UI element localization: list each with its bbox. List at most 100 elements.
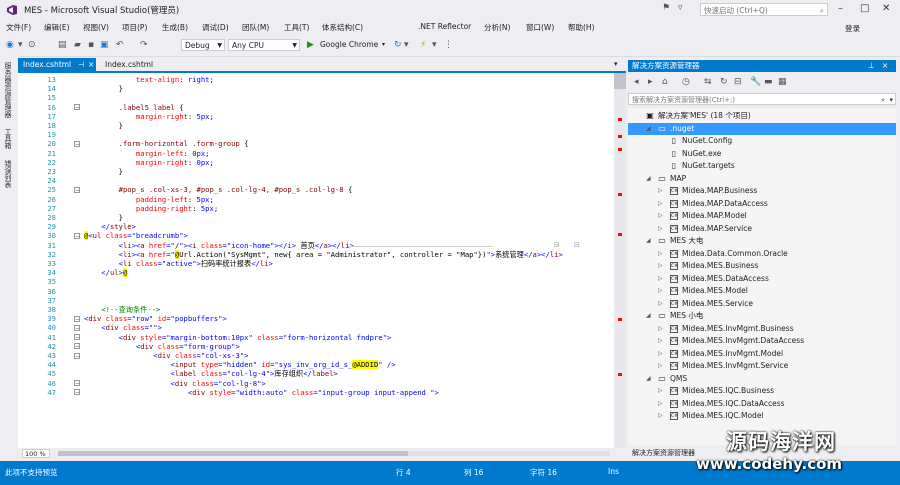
tree-item[interactable]: ▯ NuGet.targets bbox=[628, 160, 896, 172]
collapsed-arrow-icon[interactable]: ▷ bbox=[658, 260, 663, 272]
fold-toggle-icon[interactable]: − bbox=[74, 186, 80, 193]
tab-index-cshtml-active[interactable]: Index.cshtml ⊣ × bbox=[18, 58, 96, 71]
error-list-tab[interactable]: 错误列表 bbox=[4, 160, 13, 188]
close-icon[interactable]: × bbox=[882, 60, 888, 72]
forward-icon[interactable]: ⊙ bbox=[28, 40, 36, 50]
server-explorer-tab[interactable]: 服务器资源管理器 bbox=[4, 62, 13, 118]
collapsed-arrow-icon[interactable]: ▷ bbox=[658, 298, 663, 310]
menu-file[interactable]: 文件(F) bbox=[6, 22, 31, 33]
code-editor[interactable]: 13 14 15 16 17 18 19 20 21 22 23 24 25 26 27 28 29 30 31 32… bbox=[18, 71, 626, 450]
dropdown-arrow-icon[interactable]: ▾ bbox=[18, 40, 23, 50]
toolbox-tab[interactable]: 工具箱 bbox=[4, 128, 13, 149]
solution-config-select[interactable]: Debug ▼ bbox=[181, 39, 225, 51]
tree-item[interactable]: ▷ C# Midea.MAP.Model bbox=[628, 210, 896, 222]
expanded-arrow-icon[interactable]: ◢ bbox=[646, 173, 651, 185]
tree-item[interactable]: ▷ C# Midea.MES.IQC.Model bbox=[628, 410, 896, 422]
undo-icon[interactable]: ↶ bbox=[116, 40, 124, 50]
fold-toggle-icon[interactable]: − bbox=[74, 389, 80, 396]
tab-dropdown-icon[interactable]: ▾ bbox=[614, 60, 618, 68]
maximize-button[interactable]: □ bbox=[860, 3, 869, 14]
fold-toggle-icon[interactable]: − bbox=[74, 324, 80, 331]
tree-item[interactable]: ▷ C# Midea.MES.InvMgmt.Model bbox=[628, 348, 896, 360]
tree-item[interactable]: ▷ C# Midea.MAP.Business bbox=[628, 185, 896, 197]
menu-analyze[interactable]: 分析(N) bbox=[484, 22, 510, 33]
vertical-scrollbar[interactable] bbox=[614, 73, 626, 450]
tree-item[interactable]: ◢ ▭ MAP bbox=[628, 173, 896, 185]
expanded-arrow-icon[interactable]: ◢ bbox=[646, 123, 651, 135]
toolbar-overflow-icon[interactable]: ⋮ bbox=[444, 40, 453, 50]
fold-toggle-icon[interactable]: − bbox=[74, 140, 80, 147]
scroll-thumb[interactable] bbox=[58, 451, 408, 456]
tree-item[interactable]: ▣ 解决方案'MES' (18 个项目) bbox=[628, 110, 896, 122]
save-icon[interactable]: ▪ bbox=[88, 40, 94, 50]
platform-select[interactable]: Any CPU ▼ bbox=[228, 39, 300, 51]
forward-icon[interactable]: ▸ bbox=[648, 77, 653, 87]
fold-toggle-icon[interactable]: − bbox=[74, 232, 80, 239]
open-file-icon[interactable]: ▰ bbox=[74, 40, 81, 50]
collapse-all-icon[interactable]: ⊟ bbox=[734, 77, 742, 87]
menu-debug[interactable]: 调试(D) bbox=[202, 22, 229, 33]
minimize-button[interactable]: – bbox=[838, 3, 843, 14]
tree-item[interactable]: ▯ NuGet.Config bbox=[628, 135, 896, 147]
tree-item[interactable]: ▷ C# Midea.MAP.DataAccess bbox=[628, 198, 896, 210]
sync-icon[interactable]: ⇆ bbox=[704, 77, 712, 87]
collapsed-arrow-icon[interactable]: ▷ bbox=[658, 335, 663, 347]
expanded-arrow-icon[interactable]: ◢ bbox=[646, 373, 651, 385]
view-icon[interactable]: ▦ bbox=[778, 77, 787, 87]
menu-help[interactable]: 帮助(H) bbox=[568, 22, 595, 33]
dropdown-arrow-icon[interactable]: ▾ bbox=[432, 40, 437, 50]
dropdown-arrow-icon[interactable]: ▾ bbox=[404, 40, 409, 50]
tree-item[interactable]: ▷ C# Midea.MES.Model bbox=[628, 285, 896, 297]
collapsed-arrow-icon[interactable]: ▷ bbox=[658, 273, 663, 285]
login-link[interactable]: 登录 bbox=[845, 23, 860, 34]
tree-item[interactable]: ◢ ▭ QMS bbox=[628, 373, 896, 385]
collapsed-arrow-icon[interactable]: ▷ bbox=[658, 185, 663, 197]
tree-item[interactable]: ▷ C# Midea.MAP.Service bbox=[628, 223, 896, 235]
fold-toggle-icon[interactable]: − bbox=[74, 343, 80, 350]
tree-item[interactable]: ▷ C# Midea.MES.DataAccess bbox=[628, 273, 896, 285]
collapsed-arrow-icon[interactable]: ▷ bbox=[658, 210, 663, 222]
close-button[interactable]: ✕ bbox=[882, 3, 890, 14]
redo-icon[interactable]: ↷ bbox=[140, 40, 148, 50]
new-project-icon[interactable]: ▤ bbox=[58, 40, 67, 50]
scroll-thumb[interactable] bbox=[614, 73, 626, 89]
feedback-flag-icon[interactable]: ⚑ bbox=[662, 3, 670, 13]
dropdown-arrow-icon[interactable]: ▾ bbox=[889, 94, 893, 106]
tree-item[interactable]: ▷ C# Midea.MES.InvMgmt.Service bbox=[628, 360, 896, 372]
tree-item[interactable]: ▷ C# Midea.MES.Service bbox=[628, 298, 896, 310]
save-all-icon[interactable]: ▣ bbox=[100, 40, 109, 50]
collapsed-arrow-icon[interactable]: ▷ bbox=[658, 398, 663, 410]
collapsed-arrow-icon[interactable]: ▷ bbox=[658, 385, 663, 397]
collapsed-arrow-icon[interactable]: ▷ bbox=[658, 360, 663, 372]
tree-item[interactable]: ▷ C# Midea.Data.Common.Oracle bbox=[628, 248, 896, 260]
history-icon[interactable]: ◷ bbox=[682, 77, 690, 87]
menu-net-reflector[interactable]: .NET Reflector bbox=[418, 22, 471, 31]
menu-edit[interactable]: 编辑(E) bbox=[44, 22, 70, 33]
back-icon[interactable]: ◉ bbox=[6, 40, 14, 50]
menu-build[interactable]: 生成(B) bbox=[162, 22, 188, 33]
browser-link-icon[interactable]: ⚡ bbox=[420, 40, 426, 50]
tree-item[interactable]: ▷ C# Midea.MES.IQC.DataAccess bbox=[628, 398, 896, 410]
menu-window[interactable]: 窗口(W) bbox=[526, 22, 554, 33]
collapsed-arrow-icon[interactable]: ▷ bbox=[658, 248, 663, 260]
collapsed-arrow-icon[interactable]: ▷ bbox=[658, 285, 663, 297]
fold-toggle-icon[interactable]: − bbox=[74, 315, 80, 322]
collapsed-arrow-icon[interactable]: ▷ bbox=[658, 348, 663, 360]
solution-explorer-search[interactable]: 搜索解决方案资源管理器(Ctrl+;) ⌕ ▾ bbox=[628, 93, 896, 105]
tree-item[interactable]: ◢ ▭ MES 大电 bbox=[628, 235, 896, 247]
close-tab-icon[interactable]: × bbox=[88, 58, 94, 71]
expanded-arrow-icon[interactable]: ◢ bbox=[646, 235, 651, 247]
expanded-arrow-icon[interactable]: ◢ bbox=[646, 310, 651, 322]
properties-icon[interactable]: 🔧 bbox=[750, 77, 761, 87]
collapsed-arrow-icon[interactable]: ▷ bbox=[658, 223, 663, 235]
refresh-icon[interactable]: ↻ bbox=[394, 40, 402, 50]
tree-item[interactable]: ◢ ▭ MES 小电 bbox=[628, 310, 896, 322]
horizontal-scrollbar[interactable] bbox=[58, 451, 610, 456]
minus-icon[interactable]: ▬ bbox=[764, 77, 773, 87]
quick-launch-input[interactable]: 快速启动 (Ctrl+Q) ⌕ bbox=[700, 3, 828, 16]
collapsed-arrow-icon[interactable]: ▷ bbox=[658, 410, 663, 422]
back-icon[interactable]: ◂ bbox=[634, 77, 639, 87]
menu-tools[interactable]: 工具(T) bbox=[284, 22, 309, 33]
menu-project[interactable]: 项目(P) bbox=[122, 22, 147, 33]
collapsed-arrow-icon[interactable]: ▷ bbox=[658, 198, 663, 210]
